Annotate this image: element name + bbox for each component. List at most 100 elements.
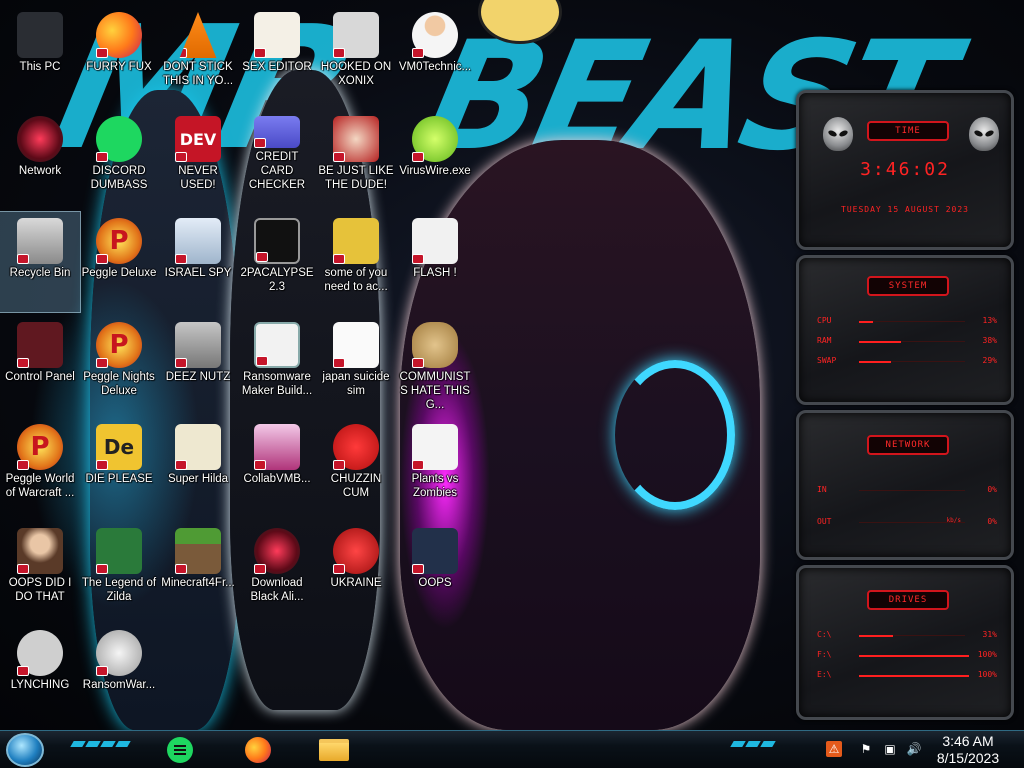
desktop-icon[interactable]: Plants vs Zombies xyxy=(395,418,475,518)
skull-icon xyxy=(96,630,142,676)
desktop-icon[interactable]: CollabVMB... xyxy=(237,418,317,518)
shortcut-badge-icon xyxy=(17,666,29,676)
desktop-icon[interactable]: ISRAEL SPY xyxy=(158,212,238,312)
desktop-icon-label: Peggle Nights Deluxe xyxy=(83,371,155,397)
network-title: NETWORK xyxy=(867,435,949,455)
santa-icon xyxy=(333,116,379,162)
desktop-icon[interactable]: some of you need to ac... xyxy=(316,212,396,312)
drive-row: C:\ 31% xyxy=(817,630,997,642)
shortcut-badge-icon xyxy=(412,152,424,162)
shortcut-badge-icon xyxy=(333,564,345,574)
desktop-icon[interactable]: P Peggle Deluxe xyxy=(79,212,159,312)
desktop-icon[interactable]: CHUZZIN CUM xyxy=(316,418,396,518)
peggle-icon: P xyxy=(17,424,63,470)
network-panel: NETWORK IN 0% OUT kb/s 0% xyxy=(796,410,1014,560)
desktop-icon-label: DEEZ NUTZ xyxy=(165,371,231,383)
drive-value: 100% xyxy=(977,670,997,679)
network-in-value: 0% xyxy=(987,485,997,494)
drive-bar xyxy=(859,675,969,677)
taskbar: ⚠ ⚑ ▣ 🔊 3:46 AM 8/15/2023 xyxy=(0,730,1024,768)
network-tray-icon[interactable]: ▣ xyxy=(882,741,898,757)
desktop-icon[interactable]: VirusWire.exe xyxy=(395,110,475,210)
flame-icon[interactable]: ⚠ xyxy=(826,741,842,757)
desktop-icon[interactable]: Download Black Ali... xyxy=(237,522,317,622)
desktop-icon[interactable]: OOPS DID I DO THAT xyxy=(0,522,80,622)
system-track xyxy=(859,321,965,322)
desktop-icon[interactable]: OOPS xyxy=(395,522,475,622)
desktop-icon[interactable]: P Peggle World of Warcraft ... xyxy=(0,418,80,518)
desktop-icon[interactable]: The Legend of Zilda xyxy=(79,522,159,622)
desktop-icon-label: VM0Technic... xyxy=(398,61,472,73)
system-row: CPU 13% xyxy=(817,316,997,328)
desktop-icon[interactable]: COMMUNISTS HATE THIS G... xyxy=(395,316,475,416)
beaver-icon xyxy=(333,218,379,264)
desktop-icon[interactable]: DEV NEVER USED! xyxy=(158,110,238,210)
desktop-icon[interactable]: LYNCHING xyxy=(0,624,80,724)
shortcut-badge-icon xyxy=(17,460,29,470)
taskbar-chat-app[interactable] xyxy=(160,733,200,767)
shortcut-badge-icon xyxy=(96,564,108,574)
desktop-icon-label: some of you need to ac... xyxy=(324,267,388,293)
taskbar-decoration-right xyxy=(730,741,776,747)
desktop-icon-label: HOOKED ON XONIX xyxy=(320,61,392,87)
desktop-icon[interactable]: RansomWar... xyxy=(79,624,159,724)
taskbar-clock[interactable]: 3:46 AM 8/15/2023 xyxy=(928,733,1008,767)
rope-icon xyxy=(17,630,63,676)
chat-icon xyxy=(167,737,193,763)
desktop-icon-label: BE JUST LIKE THE DUDE! xyxy=(318,165,394,191)
desktop-icon[interactable]: P Peggle Nights Deluxe xyxy=(79,316,159,416)
director-icon: De xyxy=(96,424,142,470)
network-icon xyxy=(17,116,63,162)
desktop-icon-label: Ransomware Maker Build... xyxy=(241,371,313,397)
desktop-icon[interactable]: DONT STICK THIS IN YO... xyxy=(158,6,238,106)
desktop-icon[interactable]: CREDIT CARD CHECKER xyxy=(237,110,317,210)
desktop-icon[interactable]: BE JUST LIKE THE DUDE! xyxy=(316,110,396,210)
desktop-icon[interactable]: Super Hilda xyxy=(158,418,238,518)
desktop-icon[interactable]: Control Panel xyxy=(0,316,80,416)
system-value: 38% xyxy=(982,336,997,345)
desktop-icon[interactable]: japan suicide sim xyxy=(316,316,396,416)
shortcut-badge-icon xyxy=(17,358,29,368)
grass-block-icon xyxy=(175,528,221,574)
desktop-icon[interactable]: Recycle Bin xyxy=(0,211,81,313)
firefox-icon xyxy=(245,737,271,763)
desktop-icon[interactable]: DEEZ NUTZ xyxy=(158,316,238,416)
desktop-icon[interactable]: This PC xyxy=(0,6,80,106)
network-in-graph xyxy=(859,490,965,491)
shortcut-badge-icon xyxy=(254,48,266,58)
shortcut-badge-icon xyxy=(175,358,187,368)
document-icon xyxy=(333,322,379,368)
lime-icon xyxy=(412,116,458,162)
desktop-icon[interactable]: SEX EDITOR xyxy=(237,6,317,106)
desktop-icon[interactable]: Ransomware Maker Build... xyxy=(237,316,317,416)
network-icon xyxy=(254,528,300,574)
desktop-icon-label: Download Black Ali... xyxy=(250,577,304,603)
shortcut-badge-icon xyxy=(254,460,266,470)
volume-icon[interactable]: 🔊 xyxy=(906,741,922,757)
system-bar xyxy=(859,361,891,363)
desktop-icon[interactable]: Network xyxy=(0,110,80,210)
network-out-unit: kb/s xyxy=(946,517,961,524)
recycle-bin-icon xyxy=(17,218,63,264)
desktop-icon[interactable]: HOOKED ON XONIX xyxy=(316,6,396,106)
taskbar-firefox[interactable] xyxy=(238,733,278,767)
money-bag-icon xyxy=(412,322,458,368)
desktop-icon[interactable]: VM0Technic... xyxy=(395,6,475,106)
flag-icon[interactable]: ⚑ xyxy=(858,741,874,757)
desktop-icon[interactable]: 2PACALYPSE 2.3 xyxy=(237,212,317,312)
system-row: RAM 38% xyxy=(817,336,997,348)
desktop-icon[interactable]: DISCORD DUMBASS xyxy=(79,110,159,210)
desktop-icon[interactable]: FURRY FUX xyxy=(79,6,159,106)
file-explorer-icon xyxy=(319,739,349,761)
desktop-icon[interactable]: FLASH ! xyxy=(395,212,475,312)
drive-value: 31% xyxy=(982,630,997,639)
drive-bar xyxy=(859,635,893,637)
alien-logo-icon xyxy=(969,117,999,151)
xd-editor-icon xyxy=(254,12,300,58)
desktop-icon[interactable]: De DIE PLEASE xyxy=(79,418,159,518)
taskbar-file-explorer[interactable] xyxy=(314,733,354,767)
desktop-icon[interactable]: Minecraft4Fr... xyxy=(158,522,238,622)
start-button[interactable] xyxy=(6,733,44,767)
chuzzle-icon xyxy=(333,424,379,470)
desktop-icon[interactable]: UKRAINE xyxy=(316,522,396,622)
